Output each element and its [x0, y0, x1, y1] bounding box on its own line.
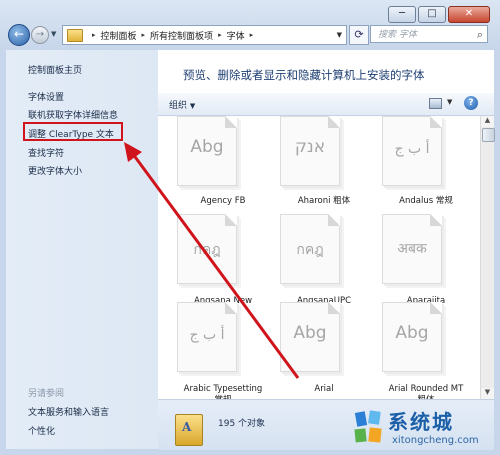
folder-icon [67, 28, 83, 42]
font-file-icon: אנק [280, 116, 340, 186]
forward-button[interactable]: → [31, 26, 49, 44]
back-button[interactable]: ← [8, 24, 30, 46]
font-tile-andalus[interactable]: أ ب ج Andalus 常规 [376, 116, 476, 216]
text-services-link[interactable]: 文本服务和输入语言 [28, 405, 109, 418]
breadcrumb-all-items[interactable]: 所有控制面板项 [150, 29, 213, 42]
font-file-icon: أ ب ج [177, 302, 237, 372]
font-tile-arabic-typesetting[interactable]: أ ب ج Arabic Typesetting 常规 [173, 302, 273, 399]
font-file-icon: Abg [177, 116, 237, 186]
personalization-link[interactable]: 个性化 [28, 424, 55, 437]
forward-arrow-icon: → [35, 29, 45, 40]
watermark-text: 系统城 [388, 410, 454, 434]
item-count: 195 个对象 [218, 419, 266, 429]
font-name: Arial [314, 384, 334, 394]
scroll-up-icon[interactable]: ▲ [481, 116, 494, 127]
search-icon: ⌕ [476, 28, 483, 41]
task-pane: 控制面板主页 字体设置 联机获取字体详细信息 调整 ClearType 文本 查… [6, 50, 158, 449]
font-file-icon: अबक [382, 214, 442, 284]
back-arrow-icon: ← [13, 27, 25, 41]
navigation-bar: ← → ▼ ▸ 控制面板 ▸ 所有控制面板项 ▸ 字体 ▸ ▼ ⟳ 搜索 字体 … [6, 24, 494, 46]
refresh-button[interactable]: ⟳ [349, 25, 369, 45]
chevron-right-icon: ▸ [249, 31, 254, 39]
search-input[interactable]: 搜索 字体 ⌕ [370, 25, 488, 43]
address-bar[interactable]: ▸ 控制面板 ▸ 所有控制面板项 ▸ 字体 ▸ ▼ [62, 25, 347, 45]
font-name: Arial Rounded MT 粗体 [388, 384, 464, 399]
watermark-logo: 系统城 xitongcheng.com [350, 406, 496, 452]
font-name: Andalus 常规 [399, 196, 453, 206]
font-tile-arial[interactable]: Abg Arial [274, 302, 374, 399]
fonts-folder-icon: A [175, 414, 203, 446]
maximize-button[interactable]: □ [418, 6, 446, 23]
highlight-box [23, 122, 123, 141]
organize-button[interactable]: 组织 ▼ [169, 98, 195, 111]
scroll-thumb[interactable] [482, 128, 495, 142]
font-file-icon: กคฎ [177, 214, 237, 284]
font-file-icon: Abg [382, 302, 442, 372]
watermark-url: xitongcheng.com [392, 435, 479, 446]
address-dropdown-icon[interactable]: ▼ [337, 31, 342, 39]
chevron-right-icon: ▸ [141, 31, 146, 39]
find-character-link[interactable]: 查找字符 [28, 146, 64, 159]
see-also-heading: 另请参阅 [28, 389, 65, 399]
help-button[interactable]: ? [464, 96, 478, 110]
logo-icon [354, 410, 382, 443]
font-name: Aharoni 粗体 [297, 196, 351, 206]
close-button[interactable]: ✕ [448, 6, 490, 23]
recent-pages-dropdown[interactable]: ▼ [51, 30, 56, 38]
font-file-icon: أ ب ج [382, 116, 442, 186]
chevron-right-icon: ▸ [218, 31, 222, 39]
change-view-button[interactable] [429, 98, 442, 109]
font-settings-link[interactable]: 字体设置 [28, 90, 64, 103]
font-tile-angsana-new[interactable]: กคฎ Angsana New [173, 214, 273, 314]
vertical-scrollbar[interactable]: ▲ ▼ [480, 116, 495, 399]
get-font-info-online-link[interactable]: 联机获取字体详细信息 [28, 108, 118, 121]
breadcrumb-fonts[interactable]: 字体 [227, 29, 245, 42]
minimize-button[interactable]: ─ [388, 6, 416, 23]
chevron-right-icon: ▸ [92, 31, 96, 39]
font-name: Agency FB [200, 196, 246, 206]
view-options-dropdown[interactable]: ▼ [447, 98, 452, 106]
font-tile-arial-rounded[interactable]: Abg Arial Rounded MT 粗体 [376, 302, 476, 399]
font-name: Arabic Typesetting 常规 [183, 384, 263, 399]
font-tile-angsanaupc[interactable]: กคฎ AngsanaUPC [274, 214, 374, 314]
font-grid: Abg Agency FB אנק Aharoni 粗体 أ ب ج Andal… [158, 116, 480, 399]
breadcrumb-control-panel[interactable]: 控制面板 [101, 29, 137, 42]
refresh-icon: ⟳ [354, 28, 364, 41]
font-tile-agency-fb[interactable]: Abg Agency FB [173, 116, 273, 216]
main-pane: 预览、删除或者显示和隐藏计算机上安装的字体 组织 ▼ ▼ ? Abg Agenc… [158, 50, 495, 450]
control-panel-home-link[interactable]: 控制面板主页 [28, 63, 82, 76]
chevron-down-icon: ▼ [189, 102, 196, 110]
font-file-icon: กคฎ [280, 214, 340, 284]
explorer-window: ─ □ ✕ ← → ▼ ▸ 控制面板 ▸ 所有控制面板项 ▸ 字体 ▸ ▼ ⟳ … [0, 0, 500, 455]
scroll-down-icon[interactable]: ▼ [481, 388, 494, 399]
help-icon: ? [468, 98, 474, 108]
command-bar: 组织 ▼ ▼ ? [158, 93, 494, 116]
font-tile-aharoni[interactable]: אנק Aharoni 粗体 [274, 116, 374, 216]
font-tile-aparajita[interactable]: अबक Aparajita [376, 214, 476, 314]
page-title: 预览、删除或者显示和隐藏计算机上安装的字体 [183, 68, 425, 82]
change-font-size-link[interactable]: 更改字体大小 [28, 164, 82, 177]
caption-buttons: ─ □ ✕ [388, 6, 490, 23]
font-file-icon: Abg [280, 302, 340, 372]
